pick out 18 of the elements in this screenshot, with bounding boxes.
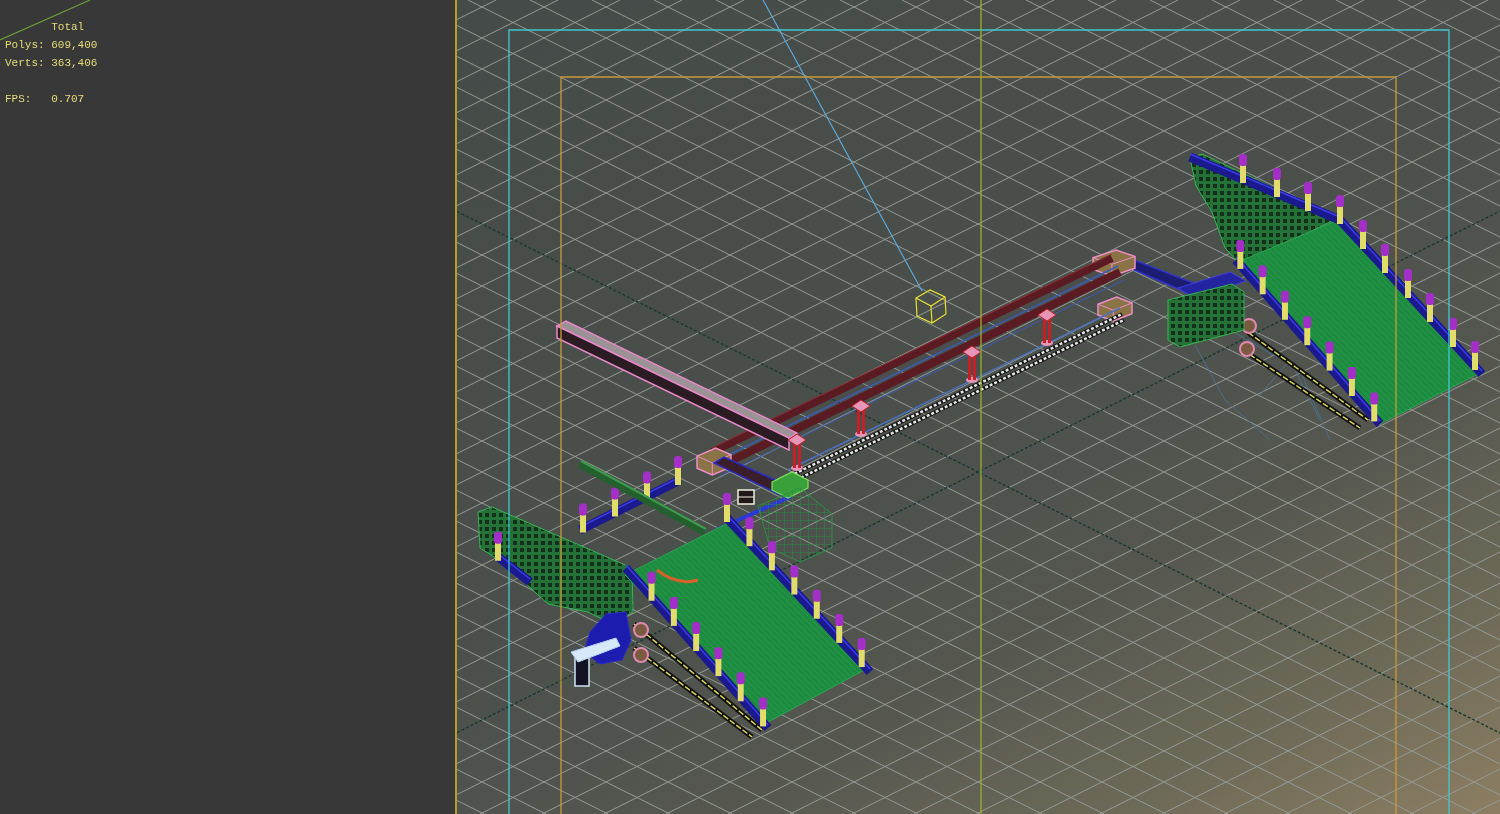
stats-heading: Total — [51, 20, 85, 35]
housing-box — [1092, 249, 1136, 277]
curve-mark — [656, 568, 699, 584]
housing-box — [1097, 296, 1133, 322]
pulley-icon — [1239, 341, 1255, 357]
stat-text: Polys: 609,400 — [5, 38, 98, 53]
support-leg — [962, 345, 982, 383]
cube-icon — [915, 289, 947, 324]
fps-text: FPS: 0.707 — [5, 92, 85, 107]
stat-text: Verts: 363,406 — [5, 56, 98, 71]
support-leg — [851, 399, 871, 437]
guard-rail — [494, 531, 533, 586]
pulley-icon — [633, 647, 649, 663]
bracket-frame — [737, 489, 755, 505]
support-leg — [787, 433, 807, 471]
stand-table — [570, 637, 621, 687]
pulley-icon — [633, 622, 649, 638]
support-leg — [1037, 308, 1057, 346]
